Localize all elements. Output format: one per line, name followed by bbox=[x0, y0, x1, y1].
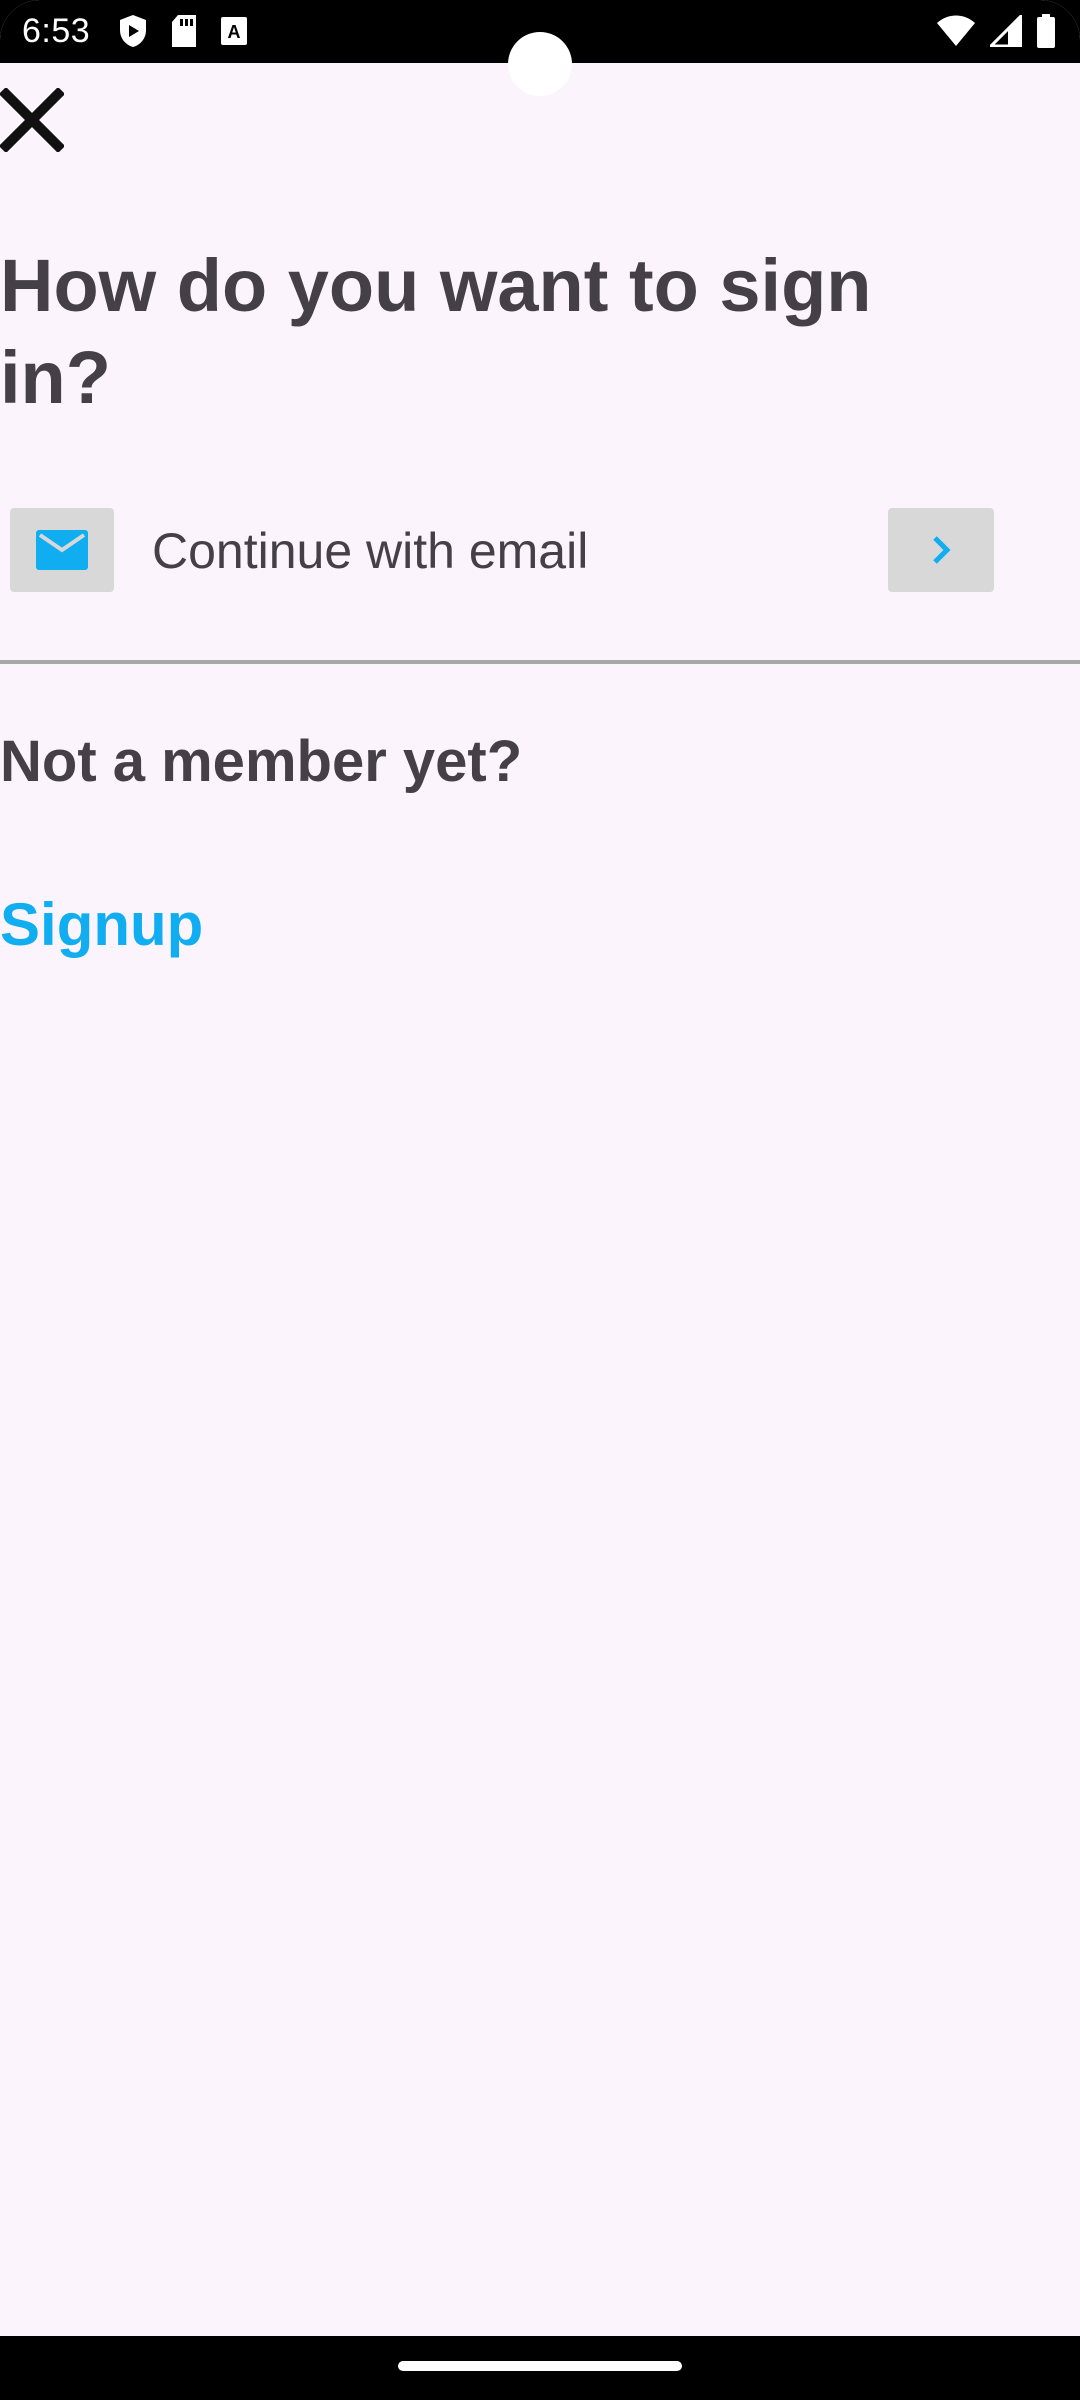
status-left-icons: A bbox=[118, 14, 248, 48]
status-time: 6:53 bbox=[22, 12, 91, 50]
continue-with-email-button[interactable]: Continue with email bbox=[10, 508, 994, 592]
screen: 6:53 A How do you want to sign in? Conti… bbox=[0, 0, 1080, 2400]
chevron-right-icon bbox=[933, 536, 951, 564]
svg-text:A: A bbox=[228, 22, 241, 42]
not-member-prompt: Not a member yet? bbox=[0, 729, 523, 794]
continue-arrow-button[interactable] bbox=[888, 508, 994, 592]
wifi-icon bbox=[937, 15, 975, 46]
close-icon bbox=[0, 86, 66, 154]
signal-icon bbox=[990, 15, 1022, 47]
home-gesture-handle[interactable] bbox=[398, 2361, 682, 2371]
page-title: How do you want to sign in? bbox=[0, 244, 872, 419]
battery-icon bbox=[1037, 14, 1055, 48]
continue-with-email-label: Continue with email bbox=[152, 523, 589, 579]
divider bbox=[0, 660, 1080, 664]
play-protect-icon bbox=[120, 15, 146, 47]
keyboard-a-icon: A bbox=[221, 17, 247, 45]
status-bar: 6:53 A bbox=[0, 0, 1080, 96]
status-right-icons bbox=[936, 14, 1056, 48]
close-button[interactable] bbox=[0, 86, 66, 154]
mail-icon bbox=[36, 530, 88, 570]
camera-cutout bbox=[508, 32, 572, 96]
mail-icon-box bbox=[10, 508, 114, 592]
sd-card-icon bbox=[172, 15, 196, 47]
signup-link[interactable]: Signup bbox=[0, 890, 203, 959]
